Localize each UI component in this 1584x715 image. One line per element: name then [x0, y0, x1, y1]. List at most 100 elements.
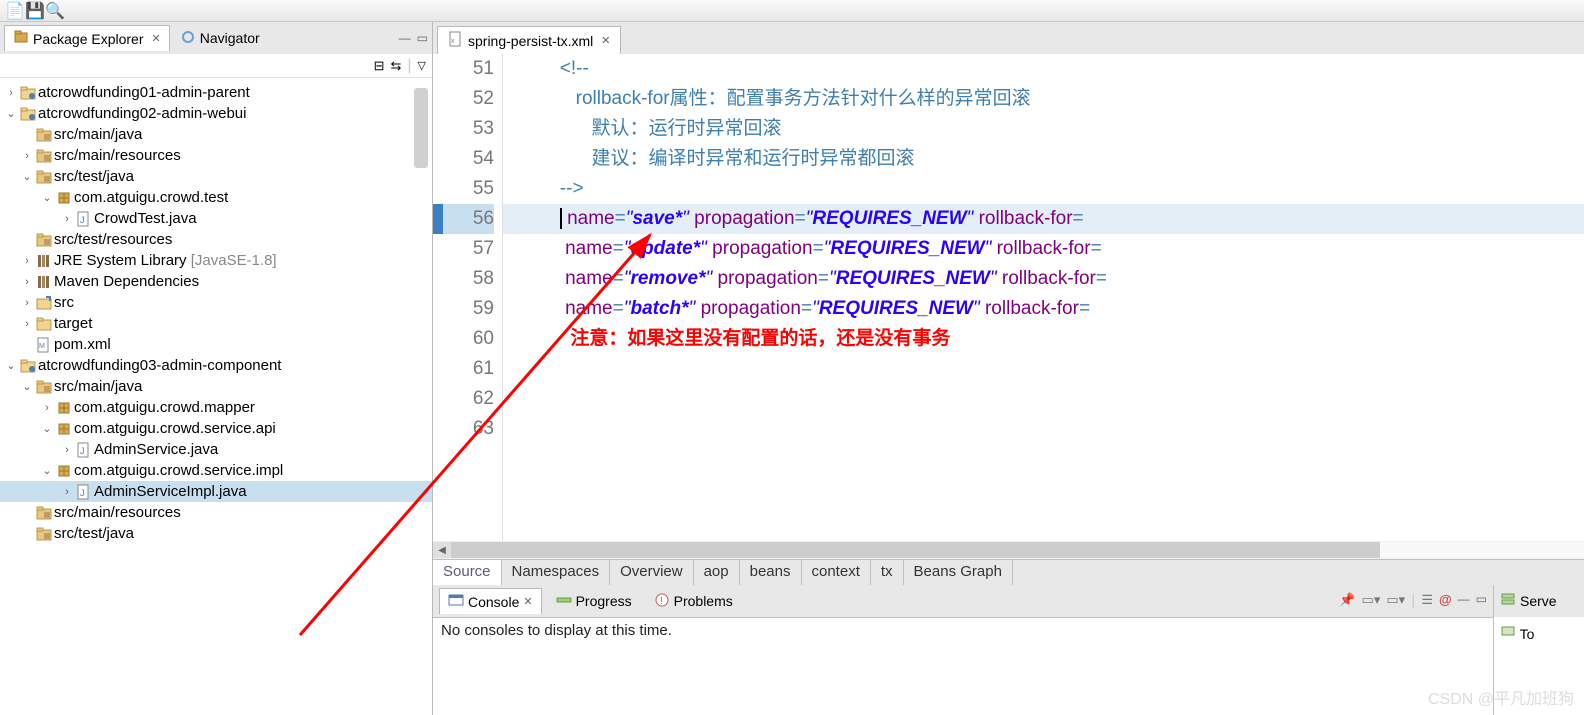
- tab-servers-label[interactable]: Serve: [1520, 593, 1557, 609]
- tree-item[interactable]: src/main/java: [0, 124, 432, 145]
- library-icon: [34, 253, 54, 269]
- editor-mode-tab-namespaces[interactable]: Namespaces: [502, 560, 611, 585]
- tree-item-label: com.atguigu.crowd.test: [74, 189, 228, 206]
- link-editor-icon[interactable]: ⇆: [390, 58, 401, 74]
- minimize-icon[interactable]: —: [1458, 592, 1470, 610]
- tree-item[interactable]: ›src/main/resources: [0, 145, 432, 166]
- editor-mode-tab-source[interactable]: Source: [433, 560, 502, 585]
- tree-item[interactable]: ⌄atcrowdfunding03-admin-component: [0, 355, 432, 376]
- editor-tab-spring-persist-tx[interactable]: x spring-persist-tx.xml ✕: [437, 26, 621, 54]
- chevron-right-icon[interactable]: ›: [60, 213, 74, 225]
- chevron-right-icon[interactable]: ›: [20, 276, 34, 288]
- chevron-down-icon[interactable]: ⌄: [20, 380, 34, 393]
- tab-navigator[interactable]: Navigator: [172, 26, 268, 51]
- tree-item[interactable]: ›target: [0, 313, 432, 334]
- tree-item[interactable]: ›JAdminService.java: [0, 439, 432, 460]
- tree-item[interactable]: src/main/resources: [0, 502, 432, 523]
- project-tree[interactable]: ›atcrowdfunding01-admin-parent⌄atcrowdfu…: [0, 78, 432, 715]
- tab-package-explorer[interactable]: Package Explorer ✕: [4, 25, 170, 51]
- close-icon[interactable]: ✕: [523, 595, 532, 608]
- editor-mode-tab-aop[interactable]: aop: [694, 560, 740, 585]
- chevron-right-icon[interactable]: ›: [40, 402, 54, 414]
- chevron-down-icon[interactable]: ⌄: [4, 359, 18, 372]
- minimize-icon[interactable]: —: [399, 31, 411, 45]
- code-line[interactable]: 建议：编译时异常和运行时异常都回滚: [503, 144, 1584, 174]
- code-line[interactable]: 注意：如果这里没有配置的话，还是没有事务: [503, 324, 1584, 354]
- tree-item[interactable]: src/test/java: [0, 523, 432, 544]
- code-line[interactable]: rollback-for属性：配置事务方法针对什么样的异常回滚: [503, 84, 1584, 114]
- tree-item[interactable]: ›JCrowdTest.java: [0, 208, 432, 229]
- chevron-down-icon[interactable]: ⌄: [40, 422, 54, 435]
- tree-item[interactable]: ⌄src/main/java: [0, 376, 432, 397]
- chevron-right-icon[interactable]: ›: [20, 255, 34, 267]
- code-line[interactable]: [503, 384, 1584, 414]
- chevron-right-icon[interactable]: ›: [20, 318, 34, 330]
- tab-progress[interactable]: Progress: [548, 589, 640, 614]
- editor-mode-tab-beans[interactable]: beans: [740, 560, 802, 585]
- tree-item[interactable]: ⌄ com.atguigu.crowd.test: [0, 187, 432, 208]
- tree-item[interactable]: ›src: [0, 292, 432, 313]
- chevron-down-icon[interactable]: ⌄: [40, 191, 54, 204]
- collapse-all-icon[interactable]: ⊟: [374, 58, 385, 74]
- code-line[interactable]: -->: [503, 174, 1584, 204]
- editor-mode-tab-tx[interactable]: tx: [871, 560, 904, 585]
- tree-item[interactable]: ›JAdminServiceImpl.java: [0, 481, 432, 502]
- code-line[interactable]: name="update*" propagation="REQUIRES_NEW…: [503, 234, 1584, 264]
- code-line[interactable]: name="remove*" propagation="REQUIRES_NEW…: [503, 264, 1584, 294]
- toolbar-icon[interactable]: 📄: [6, 2, 24, 20]
- tree-item[interactable]: src/test/resources: [0, 229, 432, 250]
- code-line[interactable]: [503, 354, 1584, 384]
- line-number: 59: [433, 294, 494, 324]
- package-explorer-panel: Package Explorer ✕ Navigator — ▭ ⊟ ⇆ | ▽…: [0, 22, 433, 715]
- tree-item[interactable]: ⌄atcrowdfunding02-admin-webui: [0, 103, 432, 124]
- explorer-toolbar: ⊟ ⇆ | ▽: [0, 54, 432, 78]
- tree-item[interactable]: ›JRE System Library [JavaSE-1.8]: [0, 250, 432, 271]
- code-line[interactable]: <!--: [503, 54, 1584, 84]
- tree-item[interactable]: Mpom.xml: [0, 334, 432, 355]
- editor-horizontal-scroll[interactable]: ◀: [433, 541, 1584, 559]
- editor-mode-tab-beans-graph[interactable]: Beans Graph: [904, 560, 1013, 585]
- java-icon: J: [74, 442, 94, 458]
- red-at-icon[interactable]: @: [1439, 592, 1452, 610]
- maximize-icon[interactable]: ▭: [417, 31, 428, 45]
- tree-item-label: AdminService.java: [94, 441, 218, 458]
- code-line[interactable]: 默认：运行时异常回滚: [503, 114, 1584, 144]
- tree-item[interactable]: ⌄src/test/java: [0, 166, 432, 187]
- chevron-right-icon[interactable]: ›: [20, 297, 34, 309]
- servers-body[interactable]: To: [1494, 617, 1584, 715]
- close-icon[interactable]: ✕: [152, 32, 161, 45]
- editor-mode-tab-context[interactable]: context: [802, 560, 871, 585]
- toolbar-icon[interactable]: 💾: [26, 2, 44, 20]
- tree-item[interactable]: ›com.atguigu.crowd.mapper: [0, 397, 432, 418]
- pin-icon[interactable]: 📌: [1339, 592, 1355, 610]
- tree-item[interactable]: ⌄com.atguigu.crowd.service.api: [0, 418, 432, 439]
- view-menu-icon[interactable]: ▽: [418, 59, 426, 72]
- scroll-thumb[interactable]: [451, 542, 1380, 558]
- tab-console[interactable]: Console ✕: [439, 588, 542, 614]
- tree-item[interactable]: ›Maven Dependencies: [0, 271, 432, 292]
- scroll-left-icon[interactable]: ◀: [433, 542, 451, 558]
- display-icon[interactable]: ▭▾: [1362, 592, 1381, 610]
- chevron-down-icon[interactable]: ⌄: [40, 464, 54, 477]
- maximize-icon[interactable]: ▭: [1476, 592, 1487, 610]
- toolbar-icon[interactable]: 🔍: [46, 2, 64, 20]
- chevron-right-icon[interactable]: ›: [4, 87, 18, 99]
- code-line[interactable]: name="save*" propagation="REQUIRES_NEW" …: [503, 204, 1584, 234]
- code-line[interactable]: [503, 414, 1584, 444]
- editor-mode-tab-overview[interactable]: Overview: [610, 560, 694, 585]
- scroll-track[interactable]: [451, 542, 1584, 558]
- chevron-right-icon[interactable]: ›: [20, 150, 34, 162]
- tree-item[interactable]: ›atcrowdfunding01-admin-parent: [0, 82, 432, 103]
- open-console-icon[interactable]: ▭▾: [1386, 592, 1405, 610]
- chevron-down-icon[interactable]: ⌄: [4, 107, 18, 120]
- close-icon[interactable]: ✕: [601, 34, 610, 47]
- code-line[interactable]: name="batch*" propagation="REQUIRES_NEW"…: [503, 294, 1584, 324]
- tab-problems[interactable]: ! Problems: [646, 589, 741, 614]
- tree-item[interactable]: ⌄com.atguigu.crowd.service.impl: [0, 460, 432, 481]
- code-area[interactable]: <!-- rollback-for属性：配置事务方法针对什么样的异常回滚 默认：…: [503, 54, 1584, 541]
- chevron-down-icon[interactable]: ⌄: [20, 170, 34, 183]
- tree-scrollbar[interactable]: [414, 88, 428, 168]
- clear-icon[interactable]: ☰: [1421, 592, 1433, 610]
- chevron-right-icon[interactable]: ›: [60, 486, 74, 498]
- chevron-right-icon[interactable]: ›: [60, 444, 74, 456]
